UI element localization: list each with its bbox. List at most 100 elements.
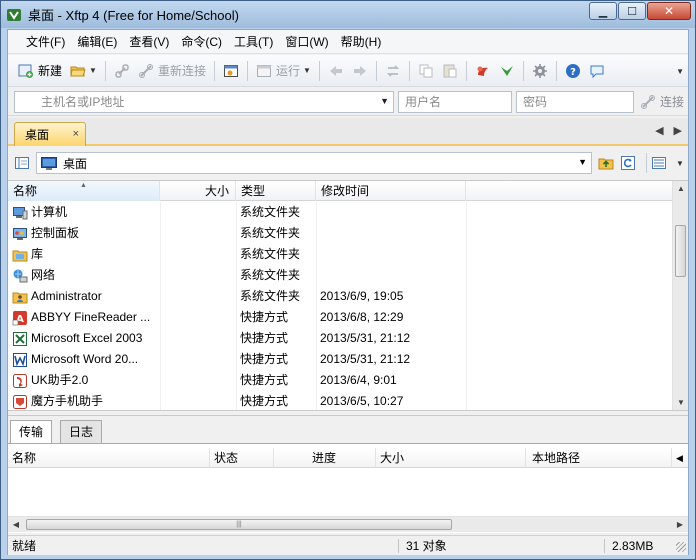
row-name: 网络	[31, 268, 56, 282]
column-transfer-size[interactable]: 大小	[376, 448, 526, 468]
row-modified: 2013/6/5, 10:27	[320, 394, 404, 408]
column-transfer-name[interactable]: 名称	[8, 448, 210, 468]
title-bar[interactable]: 桌面 - Xftp 4 (Free for Home/School) ▁ ☐ ✕	[1, 1, 695, 28]
open-folder-button[interactable]: ▼	[66, 59, 101, 83]
menu-file[interactable]: 文件(F)	[20, 32, 71, 52]
xshell-icon	[475, 63, 491, 79]
xshell-button[interactable]	[471, 59, 495, 83]
table-row[interactable]: 网络 系统文件夹	[8, 265, 672, 286]
link-icon	[114, 63, 130, 79]
scroll-down-icon[interactable]: ▼	[673, 395, 689, 411]
toolbar-separator	[465, 60, 467, 81]
column-modified[interactable]: 修改时间	[316, 181, 466, 201]
arrow-left-icon	[328, 63, 344, 79]
table-row[interactable]: Microsoft Word 20... 快捷方式 2013/5/31, 21:…	[8, 349, 672, 370]
username-input[interactable]: 用户名	[398, 90, 512, 113]
column-transfer-local-path[interactable]: 本地路径	[526, 448, 672, 468]
run-button[interactable]: 运行 ▼	[252, 59, 315, 83]
chat-button[interactable]	[585, 59, 609, 83]
tab-next-icon[interactable]: ▶	[674, 124, 682, 137]
column-transfer-status[interactable]: 状态	[210, 448, 274, 468]
tab-label: 桌面	[25, 128, 50, 142]
transfer-horizontal-scrollbar[interactable]: ◀ ||| ▶	[8, 516, 688, 532]
copy-button[interactable]	[414, 59, 438, 83]
control-panel-icon	[12, 226, 28, 242]
row-size	[162, 265, 234, 286]
gear-icon	[532, 63, 548, 79]
row-name: 控制面板	[31, 226, 80, 240]
tab-prev-icon[interactable]: ◀	[655, 124, 663, 137]
table-row[interactable]: 魔方手机助手 快捷方式 2013/6/5, 10:27	[8, 391, 672, 411]
chevron-down-icon[interactable]: ▼	[578, 157, 587, 167]
paste-button[interactable]	[438, 59, 462, 83]
menu-window[interactable]: 窗口(W)	[279, 32, 334, 52]
toolbar-separator	[522, 60, 524, 81]
menu-view[interactable]: 查看(V)	[123, 32, 175, 52]
column-size[interactable]: 大小	[160, 181, 236, 201]
menu-edit[interactable]: 编辑(E)	[71, 32, 123, 52]
scroll-up-icon[interactable]: ▲	[673, 181, 689, 197]
close-button[interactable]: ✕	[647, 2, 691, 20]
pane-splitter[interactable]	[8, 410, 688, 416]
table-row[interactable]: A ABBYY FineReader ... 快捷方式 2013/6/8, 12…	[8, 307, 672, 328]
scroll-left-icon[interactable]: ◀	[8, 517, 24, 533]
column-type[interactable]: 类型	[236, 181, 316, 201]
refresh-icon[interactable]	[620, 155, 636, 171]
back-button[interactable]	[324, 59, 348, 83]
row-modified: 2013/6/8, 12:29	[320, 310, 404, 324]
resize-grip-icon[interactable]	[676, 542, 686, 552]
tab-transfer[interactable]: 传输	[10, 420, 53, 444]
xftp-button[interactable]	[495, 59, 519, 83]
scroll-thumb[interactable]	[675, 225, 686, 277]
password-input[interactable]: 密码	[516, 90, 634, 113]
table-row[interactable]: UK助手2.0 快捷方式 2013/6/4, 9:01	[8, 370, 672, 391]
table-row[interactable]: 库 系统文件夹	[8, 244, 672, 265]
tree-view-icon[interactable]	[14, 155, 30, 171]
menu-tools[interactable]: 工具(T)	[228, 32, 279, 52]
scroll-thumb[interactable]: |||	[26, 519, 452, 530]
chevron-down-icon[interactable]: ▼	[89, 66, 97, 75]
toolbar-separator	[375, 60, 377, 81]
column-transfer-progress[interactable]: 进度	[274, 448, 376, 468]
row-modified: 2013/6/9, 19:05	[320, 289, 404, 303]
options-button[interactable]	[528, 59, 552, 83]
new-session-button[interactable]: 新建	[14, 59, 66, 83]
new-session-icon	[18, 63, 34, 79]
minimize-button[interactable]: ▁	[589, 2, 617, 20]
chevron-down-icon[interactable]: ▼	[303, 66, 311, 75]
chevron-down-icon[interactable]: ▼	[676, 159, 684, 168]
menu-help[interactable]: 帮助(H)	[335, 32, 388, 52]
column-name[interactable]: 名称 ▲	[8, 181, 160, 201]
reconnect-button[interactable]: 重新连接	[134, 59, 210, 83]
table-row[interactable]: Administrator 系统文件夹 2013/6/9, 19:05	[8, 286, 672, 307]
help-button[interactable]: ?	[561, 59, 585, 83]
tab-close-icon[interactable]: ×	[73, 128, 79, 140]
toolbar-separator	[246, 60, 248, 81]
tab-log[interactable]: 日志	[60, 420, 103, 443]
table-row[interactable]: 计算机 系统文件夹	[8, 202, 672, 223]
parent-folder-icon[interactable]	[598, 155, 614, 171]
toolbar-overflow-icon[interactable]: ▼	[676, 67, 684, 76]
file-list-vertical-scrollbar[interactable]: ▲ ▼	[672, 181, 688, 411]
connect-button[interactable]: 连接	[640, 93, 684, 110]
computer-icon	[12, 205, 28, 221]
path-combo[interactable]: 桌面 ▼	[36, 152, 592, 174]
table-row[interactable]: 控制面板 系统文件夹	[8, 223, 672, 244]
username-placeholder: 用户名	[405, 95, 442, 109]
scroll-right-icon[interactable]: ▶	[672, 517, 688, 533]
host-input[interactable]: 主机名或IP地址 ▼	[14, 90, 394, 113]
link-button[interactable]	[110, 59, 134, 83]
row-name-cell: 网络	[12, 265, 160, 286]
column-more-icon[interactable]: ◀	[672, 448, 688, 468]
properties-button[interactable]	[219, 59, 243, 83]
toolbar-separator	[555, 60, 557, 81]
maximize-button[interactable]: ☐	[618, 2, 646, 20]
menu-command[interactable]: 命令(C)	[175, 32, 228, 52]
chevron-down-icon[interactable]: ▼	[380, 96, 389, 106]
table-row[interactable]: Microsoft Excel 2003 快捷方式 2013/5/31, 21:…	[8, 328, 672, 349]
tab-desktop[interactable]: 桌面 ×	[14, 122, 86, 146]
row-modified	[320, 202, 470, 223]
sync-button[interactable]	[381, 59, 405, 83]
view-mode-icon[interactable]	[651, 155, 667, 171]
forward-button[interactable]	[348, 59, 372, 83]
